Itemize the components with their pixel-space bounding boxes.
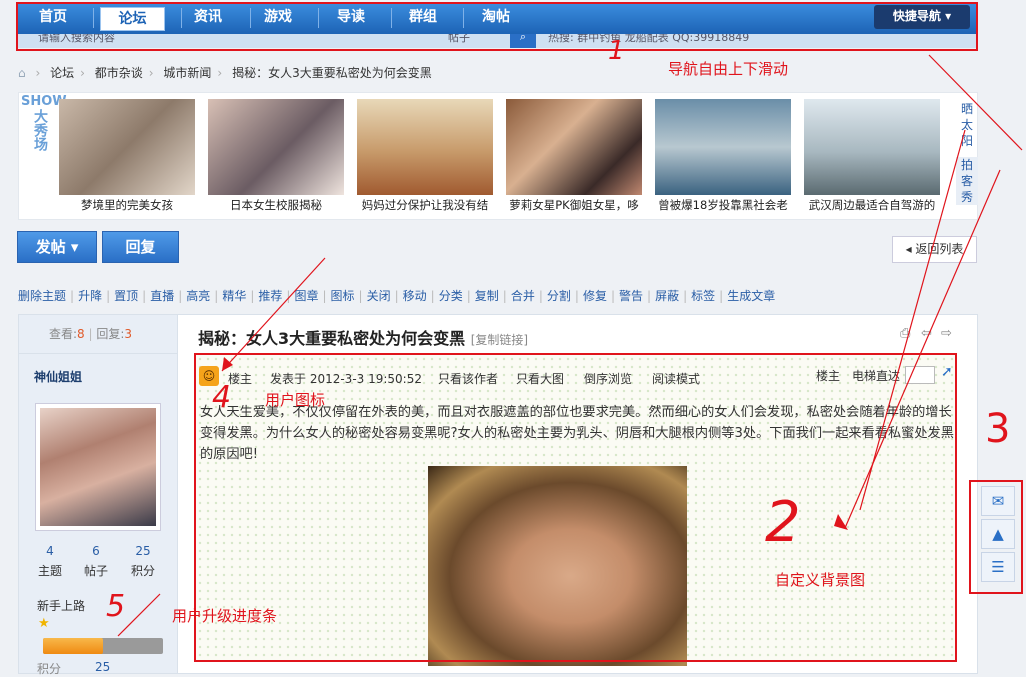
annotation-icon-label: 用户图标 <box>265 391 326 409</box>
annotation-number-4: 4 <box>212 380 232 415</box>
annotation-number-5: 5 <box>106 589 126 624</box>
annotation-bg-label: 自定义背景图 <box>775 571 866 589</box>
annotation-nav-label: 导航自由上下滑动 <box>668 60 789 78</box>
annotation-progress-label: 用户升级进度条 <box>172 607 278 625</box>
annotation-number-1: 1 <box>608 36 625 66</box>
annotation-number-3: 3 <box>985 406 1011 452</box>
annotation-number-2: 2 <box>765 490 801 555</box>
annotation-lines <box>117 54 1023 637</box>
